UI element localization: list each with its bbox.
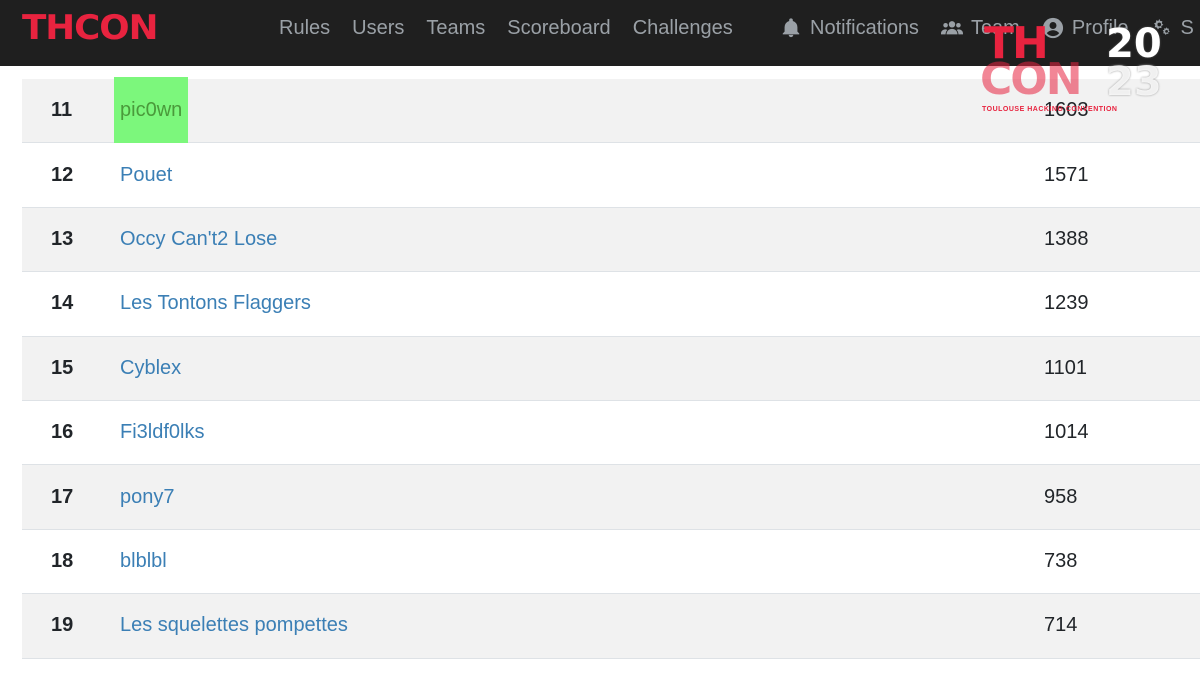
nav-team[interactable]: Team: [940, 16, 1020, 40]
table-row: 17 pony7 958: [22, 465, 1200, 530]
nav-link-scoreboard[interactable]: Scoreboard: [507, 17, 610, 40]
score-cell: 1603: [1044, 99, 1089, 122]
score-cell: 1014: [1044, 421, 1089, 444]
cogs-icon: [1153, 18, 1170, 36]
table-row: 16 Fi3ldf0lks 1014: [22, 400, 1200, 466]
table-row: 13 Occy Can't2 Lose 1388: [22, 207, 1200, 273]
team-link[interactable]: Occy Can't2 Lose: [120, 220, 277, 259]
place-cell: 19: [51, 614, 74, 637]
place-cell: 12: [51, 163, 74, 186]
team-link[interactable]: Les Tontons Flaggers: [120, 284, 311, 323]
nav-notifications-label: Notifications: [810, 16, 919, 39]
place-cell: 11: [51, 99, 73, 122]
nav-settings-label: S: [1180, 16, 1194, 39]
bell-icon: [782, 18, 800, 38]
place-cell: 18: [51, 549, 74, 572]
team-link[interactable]: Fi3ldf0lks: [120, 413, 204, 452]
nav-link-teams[interactable]: Teams: [426, 17, 485, 40]
score-cell: 1101: [1044, 356, 1088, 379]
team-link[interactable]: Cyblex: [120, 349, 181, 388]
score-cell: 738: [1044, 549, 1078, 572]
table-row: 18 blblbl 738: [22, 529, 1200, 595]
team-link[interactable]: Pouet: [120, 156, 172, 195]
nav-settings[interactable]: S: [1151, 17, 1194, 40]
nav-team-label: Team: [970, 16, 1020, 39]
table-row: 12 Pouet 1571: [22, 143, 1200, 208]
nav-links: Rules Users Teams Scoreboard Challenges: [279, 0, 733, 56]
nav-notifications[interactable]: Notifications: [780, 17, 919, 40]
table-row: 19 Les squelettes pompettes 714: [22, 594, 1200, 659]
nav-profile[interactable]: Profile: [1042, 17, 1129, 40]
place-cell: 13: [51, 227, 74, 250]
team-link[interactable]: blblbl: [120, 542, 167, 581]
nav-profile-label: Profile: [1071, 16, 1129, 39]
nav-link-rules[interactable]: Rules: [279, 17, 330, 40]
score-cell: 714: [1044, 614, 1078, 637]
score-cell: 1239: [1044, 292, 1089, 315]
user-circle-icon: [1042, 17, 1063, 39]
team-link[interactable]: pic0wn: [114, 77, 189, 145]
table-row: 14 Les Tontons Flaggers 1239: [22, 272, 1200, 337]
top-navbar: THCON Rules Users Teams Scoreboard Chall…: [0, 0, 1200, 66]
nav-link-users[interactable]: Users: [352, 17, 404, 40]
score-cell: 1388: [1044, 227, 1089, 250]
scoreboard-table: 11 pic0wn 1603 12 Pouet 1571 13 Occy Can…: [22, 77, 1200, 659]
score-cell: 958: [1044, 485, 1078, 508]
place-cell: 14: [51, 292, 74, 315]
users-icon: [940, 21, 963, 35]
table-row: 11 pic0wn 1603: [22, 77, 1200, 145]
place-cell: 17: [51, 485, 74, 508]
team-link[interactable]: pony7: [120, 478, 175, 517]
score-cell: 1571: [1044, 163, 1089, 186]
team-link[interactable]: Les squelettes pompettes: [120, 606, 348, 645]
table-row: 15 Cyblex 1101: [22, 336, 1200, 401]
brand-logo[interactable]: THCON: [22, 10, 158, 46]
nav-link-challenges[interactable]: Challenges: [633, 17, 733, 40]
nav-right: Notifications Team Profile S: [780, 0, 1194, 56]
place-cell: 15: [51, 356, 74, 379]
place-cell: 16: [51, 421, 74, 444]
